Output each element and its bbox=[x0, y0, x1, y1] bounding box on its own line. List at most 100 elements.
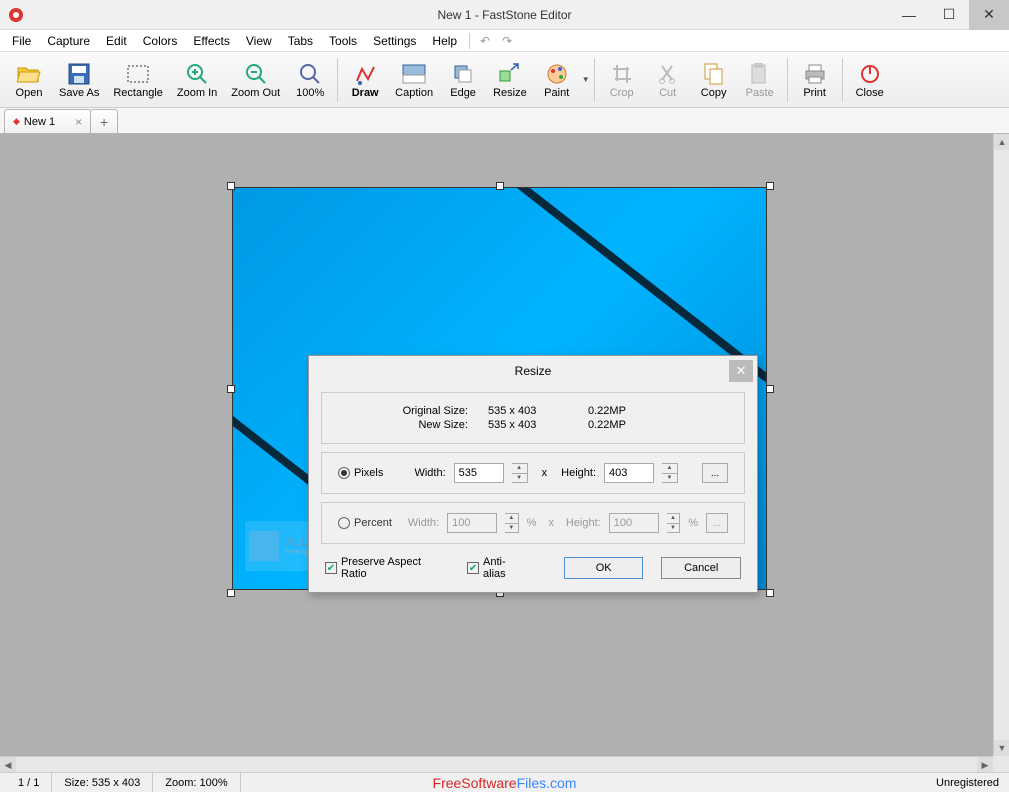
paint-dropdown-icon[interactable]: ▼ bbox=[582, 75, 590, 84]
height-spinner[interactable]: ▲▼ bbox=[662, 463, 678, 483]
pixels-more-button[interactable]: ... bbox=[702, 463, 728, 483]
close-button[interactable]: Close bbox=[847, 55, 893, 105]
width-input[interactable] bbox=[454, 463, 504, 483]
x-label2: x bbox=[548, 517, 554, 529]
menu-help[interactable]: Help bbox=[424, 32, 465, 50]
tab-close-icon[interactable]: × bbox=[75, 115, 82, 129]
menu-file[interactable]: File bbox=[4, 32, 39, 50]
new-size-label: New Size: bbox=[338, 419, 488, 431]
resize-handle-e[interactable] bbox=[766, 385, 774, 393]
orig-size-mp: 0.22MP bbox=[588, 405, 668, 417]
preserve-ratio-checkbox[interactable]: ✔Preserve Aspect Ratio bbox=[325, 556, 449, 580]
vertical-scrollbar[interactable]: ▲▼ bbox=[993, 134, 1009, 756]
checkbox-icon: ✔ bbox=[325, 562, 337, 574]
close-window-button[interactable]: ✕ bbox=[969, 0, 1009, 30]
copy-button[interactable]: Copy bbox=[691, 55, 737, 105]
new-tab-button[interactable]: + bbox=[90, 109, 118, 133]
power-icon bbox=[857, 61, 883, 87]
paint-button[interactable]: Paint bbox=[534, 55, 580, 105]
scrollbar-corner bbox=[993, 756, 1009, 772]
resize-handle-nw[interactable] bbox=[227, 182, 235, 190]
cancel-button[interactable]: Cancel bbox=[661, 557, 741, 579]
resize-button[interactable]: Resize bbox=[486, 55, 534, 105]
zoomout-button[interactable]: Zoom Out bbox=[224, 55, 287, 105]
pheight-label: Height: bbox=[566, 517, 601, 529]
open-button[interactable]: Open bbox=[6, 55, 52, 105]
resize-handle-sw[interactable] bbox=[227, 589, 235, 597]
document-tab[interactable]: ◆ New 1 × bbox=[4, 109, 91, 133]
menu-colors[interactable]: Colors bbox=[135, 32, 186, 50]
modified-indicator-icon: ◆ bbox=[13, 116, 20, 127]
status-zoom: Zoom: 100% bbox=[153, 773, 240, 792]
minimize-button[interactable]: — bbox=[889, 0, 929, 30]
dialog-title-bar[interactable]: Resize ✕ bbox=[309, 356, 757, 386]
radio-icon bbox=[338, 467, 350, 479]
maximize-button[interactable]: ☐ bbox=[929, 0, 969, 30]
resize-handle-se[interactable] bbox=[766, 589, 774, 597]
cut-icon bbox=[655, 61, 681, 87]
status-watermark: FreeSoftwareFiles.com bbox=[433, 775, 577, 791]
tab-bar: ◆ New 1 × + bbox=[0, 108, 1009, 134]
height-input[interactable] bbox=[604, 463, 654, 483]
pwidth-label: Width: bbox=[408, 517, 439, 529]
percent-box: Percent Width: ▲▼ % x Height: ▲▼ % ... bbox=[321, 502, 745, 544]
menu-tabs[interactable]: Tabs bbox=[280, 32, 321, 50]
toolbar-separator bbox=[842, 58, 843, 102]
menu-settings[interactable]: Settings bbox=[365, 32, 424, 50]
new-size-value: 535 x 403 bbox=[488, 419, 588, 431]
width-spinner[interactable]: ▲▼ bbox=[512, 463, 528, 483]
menu-capture[interactable]: Capture bbox=[39, 32, 98, 50]
menu-view[interactable]: View bbox=[238, 32, 280, 50]
zoomout-icon bbox=[243, 61, 269, 87]
status-bar: 1 / 1 Size: 535 x 403 Zoom: 100% FreeSof… bbox=[0, 772, 1009, 792]
open-icon bbox=[16, 61, 42, 87]
x-label: x bbox=[542, 467, 548, 479]
menu-tools[interactable]: Tools bbox=[321, 32, 365, 50]
resize-dialog: Resize ✕ Original Size:535 x 4030.22MP N… bbox=[308, 355, 758, 593]
height-label: Height: bbox=[561, 467, 596, 479]
edge-icon bbox=[450, 61, 476, 87]
zoomin-button[interactable]: Zoom In bbox=[170, 55, 224, 105]
pixels-radio[interactable]: Pixels bbox=[338, 467, 383, 479]
antialias-checkbox[interactable]: ✔Anti-alias bbox=[467, 556, 528, 580]
toolbar-separator bbox=[337, 58, 338, 102]
toolbar-separator bbox=[594, 58, 595, 102]
resize-handle-w[interactable] bbox=[227, 385, 235, 393]
ok-button[interactable]: OK bbox=[564, 557, 644, 579]
pixels-box: Pixels Width: ▲▼ x Height: ▲▼ ... bbox=[321, 452, 745, 494]
window-controls: — ☐ ✕ bbox=[889, 0, 1009, 30]
watermark-icon bbox=[249, 531, 279, 561]
zoom100-button[interactable]: 100% bbox=[287, 55, 333, 105]
dialog-close-button[interactable]: ✕ bbox=[729, 360, 753, 382]
menu-edit[interactable]: Edit bbox=[98, 32, 135, 50]
resize-handle-n[interactable] bbox=[496, 182, 504, 190]
redo-icon[interactable]: ↷ bbox=[499, 34, 515, 48]
status-unregistered: Unregistered bbox=[936, 777, 999, 789]
radio-icon bbox=[338, 517, 350, 529]
window-title: New 1 - FastStone Editor bbox=[437, 8, 571, 22]
caption-button[interactable]: Caption bbox=[388, 55, 440, 105]
pwidth-input bbox=[447, 513, 497, 533]
percent-radio[interactable]: Percent bbox=[338, 517, 392, 529]
percent-more-button[interactable]: ... bbox=[706, 513, 728, 533]
rectangle-button[interactable]: Rectangle bbox=[106, 55, 170, 105]
title-bar: New 1 - FastStone Editor — ☐ ✕ bbox=[0, 0, 1009, 30]
pheight-input bbox=[609, 513, 659, 533]
menu-effects[interactable]: Effects bbox=[185, 32, 237, 50]
draw-button[interactable]: Draw bbox=[342, 55, 388, 105]
undo-icon[interactable]: ↶ bbox=[477, 34, 493, 48]
saveas-button[interactable]: Save As bbox=[52, 55, 106, 105]
edge-button[interactable]: Edge bbox=[440, 55, 486, 105]
crop-button[interactable]: Crop bbox=[599, 55, 645, 105]
cut-button[interactable]: Cut bbox=[645, 55, 691, 105]
copy-icon bbox=[701, 61, 727, 87]
paste-icon bbox=[747, 61, 773, 87]
tab-label: New 1 bbox=[24, 116, 55, 128]
draw-icon bbox=[352, 61, 378, 87]
resize-handle-ne[interactable] bbox=[766, 182, 774, 190]
paste-button[interactable]: Paste bbox=[737, 55, 783, 105]
canvas-area: ALL PC World Free Apps One Click Away Re… bbox=[0, 134, 1009, 772]
print-button[interactable]: Print bbox=[792, 55, 838, 105]
pwidth-spinner: ▲▼ bbox=[505, 513, 518, 533]
horizontal-scrollbar[interactable]: ◀▶ bbox=[0, 756, 993, 772]
